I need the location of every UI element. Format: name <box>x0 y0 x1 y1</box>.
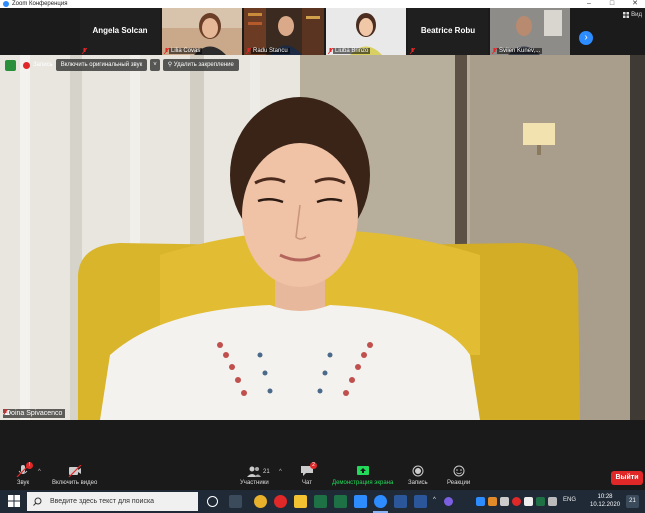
tray-app-icon[interactable] <box>444 497 453 506</box>
participant-name: Beatrice Robu <box>420 26 476 35</box>
windows-start-icon[interactable] <box>8 495 20 507</box>
audio-warning-badge: ! <box>26 462 33 469</box>
search-placeholder: Введите здесь текст для поиска <box>50 498 155 505</box>
speaker-name-badge: Doina Spivacenco <box>3 409 66 418</box>
minimize-button[interactable]: – <box>580 0 598 8</box>
participant-tile[interactable]: Svilen Kunev,... <box>490 8 570 55</box>
participant-name: Liuba Brinzo <box>333 48 371 54</box>
recording-label: Запись <box>33 62 53 68</box>
tray-overflow-chevron[interactable]: ^ <box>433 497 436 503</box>
language-indicator[interactable]: ENG <box>563 497 576 503</box>
participants-icon <box>247 466 262 477</box>
leave-button[interactable]: Выйти <box>611 471 643 485</box>
tray-app-icon-3[interactable] <box>536 497 545 506</box>
battery-icon[interactable] <box>548 497 557 506</box>
word-icon-2[interactable] <box>414 495 427 508</box>
chat-button[interactable]: 2 Чат <box>300 462 317 486</box>
audio-label: Звук <box>16 480 30 486</box>
clock-time: 10:28 <box>597 494 613 500</box>
meeting-topbar: Запись Включить оригинальный звук ˅ ⚲ Уд… <box>5 59 239 71</box>
record-icon <box>412 465 424 477</box>
windows-taskbar: Введите здесь текст для поиска ^ ENG 10:… <box>0 490 645 513</box>
participants-count: 21 <box>263 469 270 475</box>
excel-icon-2[interactable] <box>334 495 347 508</box>
taskbar-search-box[interactable]: Введите здесь текст для поиска <box>27 492 198 511</box>
audio-button[interactable]: ! Звук <box>16 462 33 486</box>
chrome-icon[interactable] <box>254 495 267 508</box>
mic-muted-icon <box>3 409 8 415</box>
word-icon[interactable] <box>394 495 407 508</box>
reactions-label: Реакции <box>447 480 471 486</box>
chat-label: Чат <box>302 480 312 486</box>
participant-tile[interactable]: Liuba Brinzo <box>326 8 406 55</box>
mic-muted-icon <box>82 48 87 54</box>
participant-name: Angela Solcan <box>92 26 148 35</box>
participant-name: Svilen Kunev,... <box>497 48 543 54</box>
record-button[interactable]: Запись <box>408 465 428 486</box>
speaker-video <box>0 55 645 420</box>
task-view-icon[interactable] <box>207 496 218 507</box>
unpin-button[interactable]: ⚲ Удалить закрепление <box>162 59 239 71</box>
participants-options-caret[interactable]: ^ <box>279 469 282 475</box>
share-screen-icon <box>356 466 369 475</box>
participant-name: Radu Stancu <box>251 48 290 54</box>
clock-date: 10.12.2020 <box>590 502 621 508</box>
excel-icon[interactable] <box>314 495 327 508</box>
opera-icon[interactable] <box>274 495 287 508</box>
title-bar: Zoom Конференция – □ ✕ <box>0 0 645 8</box>
view-button[interactable]: Вид <box>623 12 642 18</box>
notifications-button[interactable]: 21 <box>626 495 639 508</box>
speaker-name: Doina Spivacenco <box>6 410 63 417</box>
participant-tile[interactable]: Radu Stancu <box>244 8 324 55</box>
original-sound-button[interactable]: Включить оригинальный звук <box>55 59 148 71</box>
participant-tile[interactable]: Lilia Covas <box>162 8 242 55</box>
file-explorer-icon[interactable] <box>294 495 307 508</box>
share-screen-button[interactable]: Демонстрация экрана <box>332 465 393 486</box>
maximize-button[interactable]: □ <box>603 0 621 8</box>
audio-options-caret[interactable]: ^ <box>38 469 41 475</box>
reactions-button[interactable]: Реакции <box>447 465 470 486</box>
gallery-strip: Angela Solcan Lilia Covas Radu Stancu Li… <box>0 8 645 55</box>
search-icon <box>33 497 42 506</box>
participants-label: Участники <box>240 480 269 486</box>
zoom-meeting-icon[interactable] <box>374 495 387 508</box>
window-title: Zoom Конференция <box>12 1 68 7</box>
network-icon[interactable] <box>524 497 533 506</box>
video-button[interactable]: Включить видео <box>52 465 97 486</box>
mic-muted-icon <box>410 48 415 54</box>
zoom-logo-icon <box>3 1 9 7</box>
video-label: Включить видео <box>52 480 98 486</box>
security-shield-icon[interactable] <box>5 59 16 71</box>
record-label: Запись <box>408 480 428 486</box>
tray-opera-icon[interactable] <box>512 497 521 506</box>
meeting-toolbar: ! Звук ^ Включить видео Участники 21 ^ 2… <box>0 420 645 490</box>
close-button[interactable]: ✕ <box>626 0 644 8</box>
main-video: Запись Включить оригинальный звук ˅ ⚲ Уд… <box>0 55 645 420</box>
recording-icon <box>23 61 30 69</box>
reactions-icon <box>453 465 465 477</box>
volume-icon[interactable] <box>500 497 509 506</box>
unpin-label: Удалить закрепление <box>173 62 234 68</box>
zoom-taskbar-icon[interactable] <box>354 495 367 508</box>
video-camera-icon <box>68 465 82 477</box>
grid-icon <box>623 12 630 18</box>
multitask-icon[interactable] <box>229 495 242 508</box>
tray-app-icon-2[interactable] <box>488 497 497 506</box>
participant-name: Lilia Covas <box>169 48 203 54</box>
view-label: Вид <box>631 12 642 18</box>
original-sound-dropdown[interactable]: ˅ <box>150 59 160 71</box>
taskbar-clock[interactable]: 10:28 10.12.2020 <box>590 493 620 509</box>
zoom-window: Zoom Конференция – □ ✕ Angela Solcan Lil… <box>0 0 645 513</box>
participant-tile[interactable]: Angela Solcan <box>80 8 160 55</box>
share-screen-label: Демонстрация экрана <box>332 480 394 486</box>
next-page-button[interactable]: › <box>579 31 593 45</box>
participant-tile[interactable]: Beatrice Robu <box>408 8 488 55</box>
tray-zoom-icon[interactable] <box>476 497 485 506</box>
chat-unread-badge: 2 <box>310 462 317 469</box>
